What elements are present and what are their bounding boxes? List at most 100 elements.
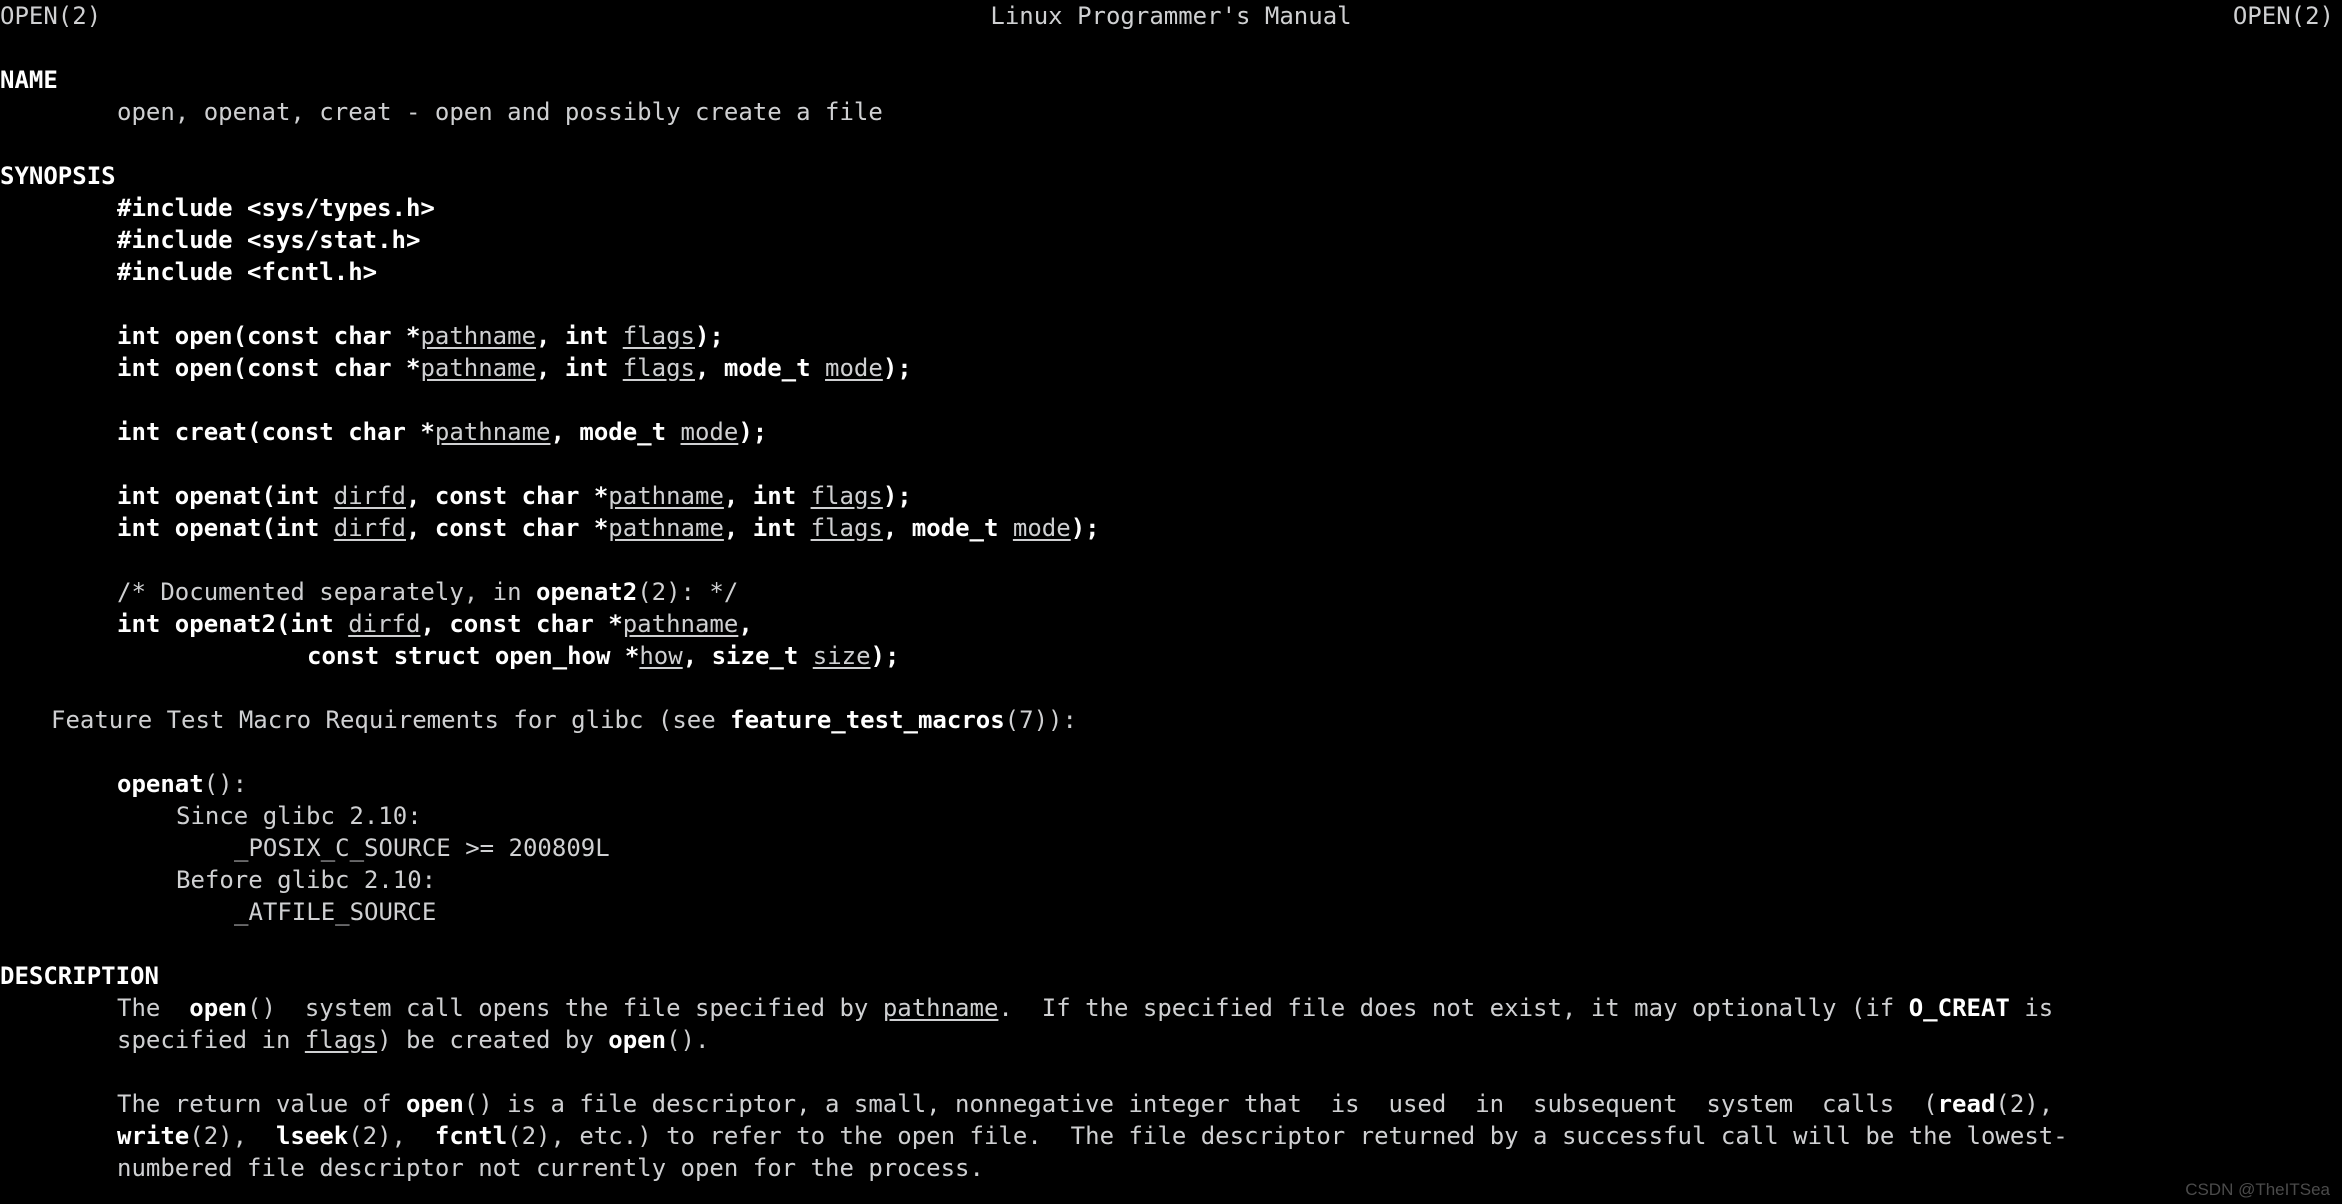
- since-glibc-value-text: _POSIX_C_SOURCE >= 200809L: [234, 834, 610, 862]
- terminal-manpage: OPEN(2) Linux Programmer's Manual OPEN(2…: [0, 0, 2342, 1204]
- open2-post: );: [882, 354, 912, 382]
- before-glibc-value-text: _ATFILE_SOURCE: [234, 898, 437, 926]
- openat2p-param-pathname: pathname: [608, 514, 724, 542]
- oa2l2-param-size: size: [812, 642, 871, 670]
- ftm-bold-feature-test-macros: feature_test_macros: [730, 706, 1005, 734]
- section-heading-synopsis: SYNOPSIS: [0, 160, 116, 192]
- open1-post: );: [694, 322, 724, 350]
- creat-param-mode: mode: [680, 418, 739, 446]
- oa2l1-pre: int openat2(int: [117, 610, 349, 638]
- d2l1-bold-read: read: [1937, 1090, 1996, 1118]
- d1l2-param-flags: flags: [304, 1026, 378, 1054]
- openat1-param-flags: flags: [810, 482, 883, 510]
- openat-requirement-label: openat():: [117, 768, 247, 800]
- openat2p-pre: int openat(int: [117, 514, 334, 542]
- section-heading-synopsis-text: SYNOPSIS: [0, 162, 116, 190]
- oa2l2-post: );: [870, 642, 900, 670]
- d1l2-bold-open: open: [608, 1026, 667, 1054]
- creat-pre: int creat(const char *: [117, 418, 435, 446]
- d2l2-t2: (2),: [348, 1122, 435, 1150]
- since-glibc-label: Since glibc 2.10:: [176, 800, 422, 832]
- d1l2-t2: ) be created by: [377, 1026, 609, 1054]
- openat1-post: );: [882, 482, 912, 510]
- synopsis-prototype-openat2-line2: const struct open_how *how, size_t size)…: [307, 640, 899, 672]
- d1l1-param-pathname: pathname: [882, 994, 999, 1022]
- open1-mid1: , int: [536, 322, 623, 350]
- description-para1-line1: The open() system call opens the file sp…: [117, 992, 2053, 1024]
- open1-param-flags: flags: [622, 322, 695, 350]
- synopsis-prototype-openat2-line1: int openat2(int dirfd, const char *pathn…: [117, 608, 753, 640]
- d2l1-t2: () is a file descriptor, a small, nonneg…: [463, 1090, 1938, 1118]
- oa2l1-param-dirfd: dirfd: [348, 610, 421, 638]
- openat2p-param-flags: flags: [810, 514, 883, 542]
- d2l2-bold-fcntl: fcntl: [434, 1122, 508, 1150]
- synopsis-comment-openat2: /* Documented separately, in openat2(2):…: [117, 576, 738, 608]
- openat2p-mid2: , int: [723, 514, 811, 542]
- oa2l1-param-pathname: pathname: [622, 610, 739, 638]
- include-2-text: #include <sys/stat.h>: [117, 226, 421, 254]
- openat1-pre: int openat(int: [117, 482, 334, 510]
- description-para2-line3: numbered file descriptor not currently o…: [0, 1152, 984, 1184]
- synopsis-prototype-open-2: int open(const char *pathname, int flags…: [117, 352, 912, 384]
- before-glibc-value: _ATFILE_SOURCE: [234, 896, 436, 928]
- openat2p-mid1: , const char *: [406, 514, 609, 542]
- open2-param-pathname: pathname: [420, 354, 537, 382]
- section-heading-name-text: NAME: [0, 66, 58, 94]
- comment-bold-openat2: openat2: [536, 578, 638, 606]
- include-3-text: #include <fcntl.h>: [117, 258, 378, 286]
- comment-pre: /* Documented separately, in: [117, 578, 537, 606]
- d2l2-t3: (2), etc.) to refer to the open file. Th…: [507, 1122, 2068, 1150]
- open1-pre: int open(const char *: [117, 322, 421, 350]
- oa2l2-mid1: , size_t: [682, 642, 813, 670]
- d2l2-bold-write: write: [117, 1122, 190, 1150]
- since-glibc-value: _POSIX_C_SOURCE >= 200809L: [234, 832, 610, 864]
- synopsis-include-3: #include <fcntl.h>: [117, 256, 377, 288]
- comment-post: (2): */: [637, 578, 739, 606]
- section-heading-description-text: DESCRIPTION: [0, 962, 159, 990]
- openat1-mid1: , const char *: [406, 482, 609, 510]
- open2-param-flags: flags: [622, 354, 695, 382]
- d2l1-bold-open: open: [405, 1090, 464, 1118]
- before-glibc-label: Before glibc 2.10:: [176, 864, 436, 896]
- manpage-header-right: OPEN(2): [0, 0, 2342, 32]
- synopsis-prototype-openat-1: int openat(int dirfd, const char *pathna…: [117, 480, 912, 512]
- name-body: open, openat, creat - open and possibly …: [117, 96, 883, 128]
- d1l2-t3: ().: [666, 1026, 710, 1054]
- synopsis-prototype-openat-2: int openat(int dirfd, const char *pathna…: [117, 512, 1100, 544]
- feature-test-macro-line: Feature Test Macro Requirements for glib…: [51, 704, 1077, 736]
- d2l2-t1: (2),: [189, 1122, 276, 1150]
- openat2p-param-mode: mode: [1012, 514, 1071, 542]
- openat2p-post: );: [1070, 514, 1100, 542]
- openat1-mid2: , int: [723, 482, 811, 510]
- ftm-pre: Feature Test Macro Requirements for glib…: [51, 706, 731, 734]
- watermark-text: CSDN @TheITSea: [2185, 1180, 2330, 1199]
- before-glibc-text: Before glibc 2.10:: [176, 866, 437, 894]
- description-para2-line2: write(2), lseek(2), fcntl(2), etc.) to r…: [0, 1120, 2068, 1152]
- creat-post: );: [738, 418, 768, 446]
- oa2l2-param-how: how: [639, 642, 683, 670]
- d2l1-t3: (2),: [1995, 1090, 2054, 1118]
- ftm-post: (7)):: [1004, 706, 1077, 734]
- openat-label-bold: openat: [117, 770, 204, 798]
- oa2l1-mid1: , const char *: [420, 610, 623, 638]
- d1l1-t2: () system call opens the file specified …: [247, 994, 883, 1022]
- d2l3-text: numbered file descriptor not currently o…: [117, 1154, 984, 1182]
- description-para2-line1: The return value of open() is a file des…: [117, 1088, 2053, 1120]
- d2l2-bold-lseek: lseek: [275, 1122, 349, 1150]
- d1l1-t1: The: [117, 994, 190, 1022]
- openat2p-param-dirfd: dirfd: [333, 514, 406, 542]
- synopsis-include-1: #include <sys/types.h>: [117, 192, 435, 224]
- open1-param-pathname: pathname: [420, 322, 537, 350]
- csdn-watermark: CSDN @TheITSea: [2185, 1180, 2330, 1200]
- d1l1-bold-o-creat: O_CREAT: [1908, 994, 2010, 1022]
- open2-pre: int open(const char *: [117, 354, 421, 382]
- d1l2-t1: specified in: [117, 1026, 305, 1054]
- d2l1-t1: The return value of: [117, 1090, 406, 1118]
- section-heading-description: DESCRIPTION: [0, 960, 159, 992]
- header-right-text: OPEN(2): [2232, 2, 2334, 30]
- synopsis-prototype-creat: int creat(const char *pathname, mode_t m…: [117, 416, 767, 448]
- openat2p-mid3: , mode_t: [882, 514, 1013, 542]
- synopsis-prototype-open-1: int open(const char *pathname, int flags…: [117, 320, 724, 352]
- oa2l2-pre: const struct open_how *: [307, 642, 640, 670]
- open2-mid1: , int: [536, 354, 623, 382]
